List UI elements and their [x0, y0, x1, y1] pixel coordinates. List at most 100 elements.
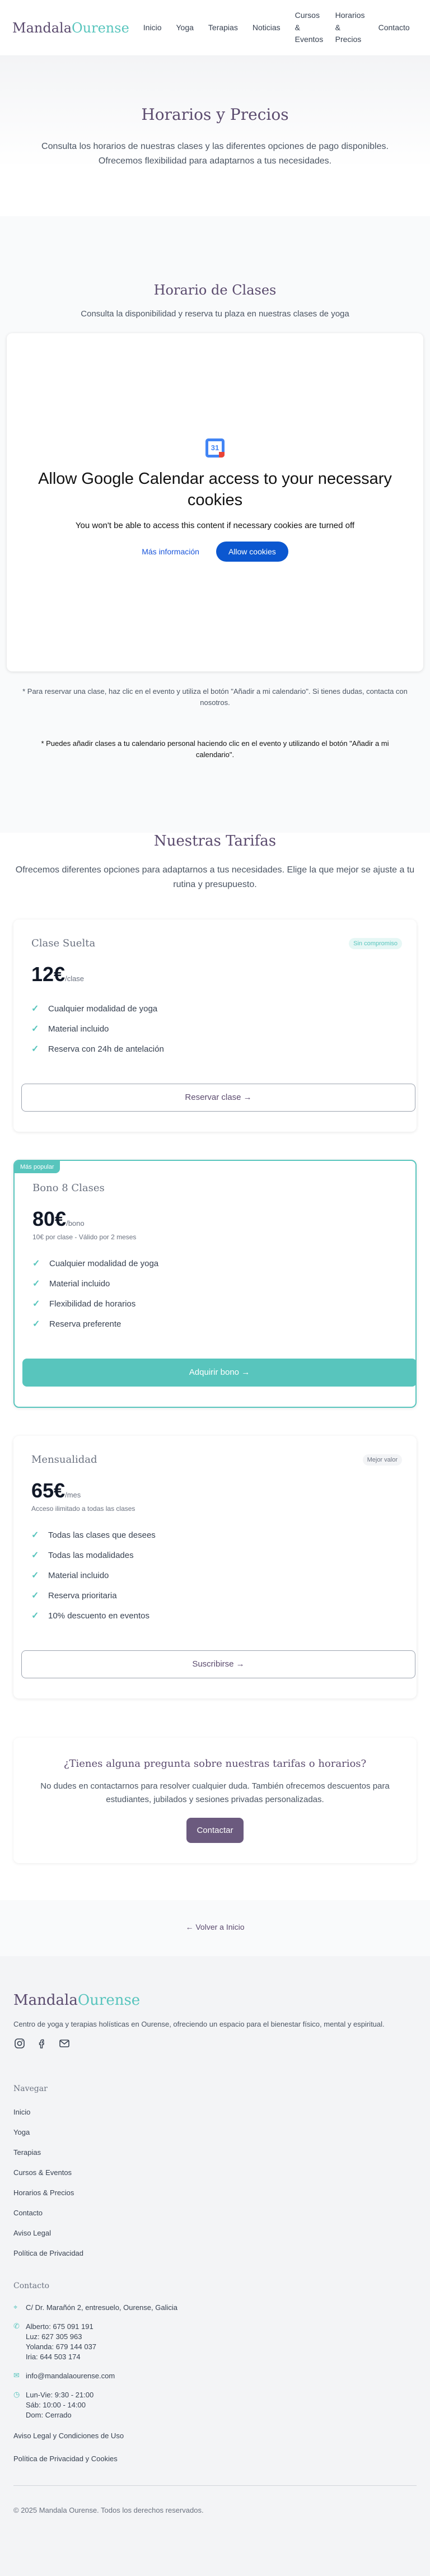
plan-badge: Sin compromiso — [349, 937, 402, 949]
privacy-cookies-link[interactable]: Política de Privacidad y Cookies — [13, 2454, 417, 2463]
plan-unit: /clase — [65, 974, 85, 983]
feature-item: ✓ Todas las modalidades — [31, 1550, 134, 1561]
check-icon: ✓ — [31, 1571, 39, 1581]
more-info-link[interactable]: Más información — [142, 547, 199, 556]
footer-link-yoga[interactable]: Yoga — [13, 2128, 417, 2148]
footer-link-inicio[interactable]: Inicio — [13, 2108, 417, 2128]
schedule-title: Horario de Clases — [153, 282, 277, 298]
footer-link-privacidad[interactable]: Política de Privacidad — [13, 2249, 417, 2269]
calendar-embed: 31 Allow Google Calendar access to your … — [7, 333, 423, 671]
check-icon: ✓ — [32, 1299, 40, 1309]
footer-link-aviso-legal[interactable]: Aviso Legal — [13, 2229, 417, 2249]
nav-noticias[interactable]: Noticias — [253, 22, 281, 34]
contact-button[interactable]: Contactar — [186, 1818, 244, 1844]
plan-features: ✓ Cualquier modalidad de yoga ✓ Material i… — [32, 1253, 401, 1334]
hours-saturday: Sáb: 10:00 - 14:00 — [26, 2401, 86, 2410]
questions-text: No dudes en contactarnos para resolver c… — [40, 1781, 390, 1805]
plan-title: Bono 8 Clases — [32, 1182, 105, 1194]
check-icon: ✓ — [32, 1279, 40, 1289]
page-title: Horarios y Precios — [141, 105, 289, 124]
nav-yoga[interactable]: Yoga — [176, 22, 193, 34]
nav-contacto[interactable]: Contacto — [378, 22, 410, 34]
back-to-home-link[interactable]: ← Volver a Inicio — [185, 1922, 244, 1931]
feature-item: ✓ Material incluido — [31, 1570, 109, 1581]
footer-logo[interactable]: MandalaOurense — [13, 1992, 417, 2009]
nav-cursos-eventos[interactable]: Cursos & Eventos — [295, 10, 324, 46]
copyright: © 2025 Mandala Ourense. Todos los derech… — [13, 2485, 417, 2514]
address-text: C/ Dr. Marañón 2, entresuelo, Ourense, G… — [26, 2303, 177, 2312]
pricing-section: Nuestras Tarifas Ofrecemos diferentes op… — [0, 833, 430, 1864]
feature-item: ✓ Material incluido — [32, 1278, 110, 1289]
plan-title: Clase Suelta — [31, 937, 96, 950]
check-icon: ✓ — [31, 1530, 39, 1541]
legal-terms-link[interactable]: Aviso Legal y Condiciones de Uso — [13, 2432, 417, 2440]
nav-terapias[interactable]: Terapias — [208, 22, 238, 34]
phone-luz[interactable]: Luz: 627 305 963 — [26, 2332, 96, 2342]
site-logo[interactable]: MandalaOurense — [12, 20, 129, 36]
check-icon: ✓ — [31, 1591, 39, 1601]
phone-yolanda[interactable]: Yolanda: 679 144 037 — [26, 2342, 96, 2352]
schedule-hint-add: * Puedes añadir clases a tu calendario p… — [41, 739, 389, 759]
footer-link-cursos[interactable]: Cursos & Eventos — [13, 2168, 417, 2188]
footer-tagline: Centro de yoga y terapias holísticas en … — [13, 2020, 385, 2029]
check-icon: ✓ — [31, 1611, 39, 1621]
buy-bono-button[interactable]: Adquirir bono → — [22, 1359, 417, 1387]
footer-contact-info: ⌖ C/ Dr. Marañón 2, entresuelo, Ourense,… — [13, 2303, 417, 2420]
map-pin-icon: ⌖ — [13, 2303, 18, 2312]
hero-text: Consulta los horarios de nuestras clases… — [41, 142, 389, 166]
allow-cookies-button[interactable]: Allow cookies — [216, 542, 288, 562]
plan-price-note: Acceso ilimitado a todas las clases — [31, 1505, 135, 1513]
facebook-icon[interactable] — [36, 2037, 48, 2050]
plan-card-bono-8: Más popular Bono 8 Clases 80€/bono 10€ p… — [13, 1160, 417, 1408]
plan-amount: 12€ — [31, 963, 66, 986]
feature-item: ✓ 10% descuento en eventos — [31, 1611, 149, 1621]
logo-main: Mandala — [12, 20, 72, 36]
instagram-icon[interactable] — [13, 2037, 26, 2050]
check-icon: ✓ — [31, 1024, 39, 1034]
nav-inicio[interactable]: Inicio — [143, 22, 162, 34]
site-footer: MandalaOurense Centro de yoga y terapias… — [0, 1956, 430, 2576]
feature-item: ✓ Cualquier modalidad de yoga — [31, 1004, 158, 1014]
questions-box: ¿Tienes alguna pregunta sobre nuestras t… — [13, 1738, 417, 1864]
footer-link-horarios[interactable]: Horarios & Precios — [13, 2188, 417, 2209]
email-row: ✉ info@mandalaourense.com — [13, 2371, 417, 2381]
plan-title: Mensualidad — [31, 1454, 97, 1466]
address-row: ⌖ C/ Dr. Marañón 2, entresuelo, Ourense,… — [13, 2303, 417, 2313]
email-icon[interactable] — [58, 2037, 71, 2050]
plan-features: ✓ Cualquier modalidad de yoga ✓ Material i… — [31, 998, 402, 1059]
feature-item: ✓ Todas las clases que desees — [31, 1530, 156, 1541]
plan-price: 80€/bono — [32, 1207, 401, 1231]
feature-item: ✓ Flexibilidad de horarios — [32, 1299, 136, 1309]
back-section: ← Volver a Inicio — [0, 1900, 430, 1957]
reserve-class-button[interactable]: Reservar clase → — [21, 1084, 415, 1112]
subscribe-button[interactable]: Suscribirse → — [21, 1650, 415, 1679]
footer-link-terapias[interactable]: Terapias — [13, 2148, 417, 2168]
calendar-cookie-note: You won't be able to access this content… — [75, 521, 355, 531]
plan-unit: /mes — [65, 1491, 81, 1500]
calendar-cookie-heading: Allow Google Calendar access to your nec… — [38, 470, 392, 509]
plan-card-mensualidad: Mensualidad Mejor valor 65€/mes Acceso i… — [13, 1436, 417, 1699]
questions-title: ¿Tienes alguna pregunta sobre nuestras t… — [63, 1758, 367, 1770]
schedule-hint-reserve: * Para reservar una clase, haz clic en e… — [22, 687, 408, 707]
email-link[interactable]: info@mandalaourense.com — [26, 2371, 115, 2381]
hours-weekdays: Lun-Vie: 9:30 - 21:00 — [26, 2391, 94, 2400]
feature-item: ✓ Reserva con 24h de antelación — [31, 1044, 164, 1054]
feature-item: ✓ Cualquier modalidad de yoga — [32, 1258, 159, 1269]
schedule-subtitle: Consulta la disponibilidad y reserva tu … — [81, 309, 349, 319]
plan-price: 12€/clase — [31, 963, 402, 986]
phone-icon: ✆ — [13, 2322, 20, 2331]
check-icon: ✓ — [31, 1004, 39, 1014]
phones-row: ✆ Alberto: 675 091 191 Luz: 627 305 963 … — [13, 2322, 417, 2362]
footer-legal-links: Aviso Legal y Condiciones de Uso Polític… — [13, 2432, 417, 2463]
phone-alberto[interactable]: Alberto: 675 091 191 — [26, 2322, 96, 2332]
footer-link-contacto[interactable]: Contacto — [13, 2209, 417, 2229]
feature-item: ✓ Material incluido — [31, 1024, 109, 1034]
logo-accent: Ourense — [72, 20, 129, 36]
plan-card-clase-suelta: Clase Suelta Sin compromiso 12€/clase ✓ C… — [13, 920, 417, 1132]
feature-item: ✓ Reserva prioritaria — [31, 1590, 117, 1601]
check-icon: ✓ — [31, 1044, 39, 1054]
schedule-section: Horario de Clases Consulta la disponibil… — [0, 216, 430, 833]
phone-iria[interactable]: Iria: 644 503 174 — [26, 2352, 96, 2362]
nav-horarios-precios[interactable]: Horarios & Precios — [335, 10, 365, 46]
plan-amount: 80€ — [32, 1207, 67, 1231]
